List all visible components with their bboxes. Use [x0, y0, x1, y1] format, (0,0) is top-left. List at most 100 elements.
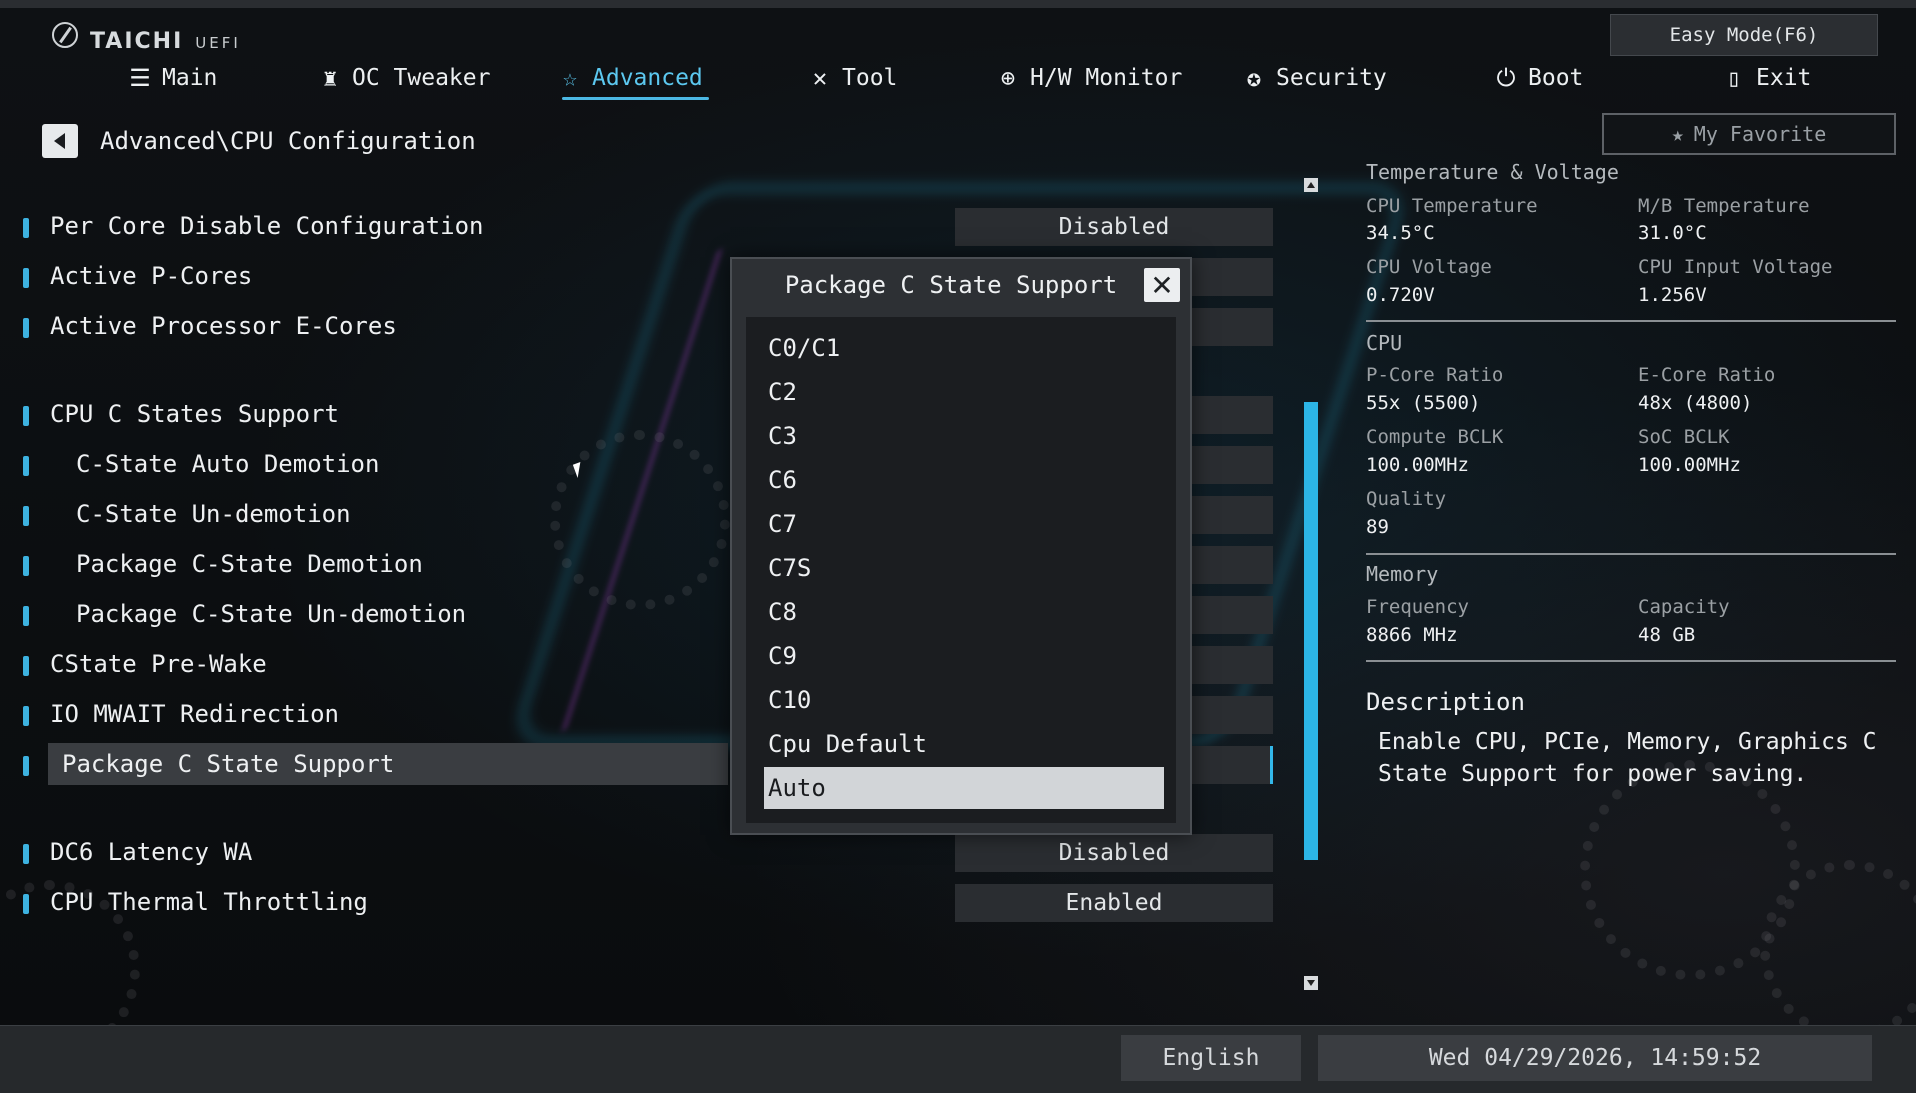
- brand-name: TAICHI: [90, 29, 184, 54]
- setting-label: CPU C States Support: [50, 400, 339, 428]
- setting-label: CState Pre-Wake: [50, 650, 267, 678]
- info-value: 48x (4800): [1638, 392, 1753, 414]
- info-label: M/B Temperature: [1638, 195, 1810, 217]
- scroll-down-arrow-icon[interactable]: [1304, 976, 1318, 990]
- row-bullet: [23, 268, 29, 288]
- option-item[interactable]: C8: [764, 591, 1164, 633]
- info-label: Quality: [1366, 488, 1447, 510]
- option-popup: Package C State Support ✕ C0/C1 C2 C3 C6…: [730, 257, 1192, 835]
- easy-mode-button[interactable]: Easy Mode(F6): [1610, 14, 1878, 56]
- tab-tool[interactable]: ✕ Tool: [806, 64, 898, 92]
- description-text: Enable CPU, PCIe, Memory, Graphics C Sta…: [1378, 729, 1877, 787]
- row-bullet: [23, 456, 29, 476]
- setting-value[interactable]: Enabled: [955, 884, 1273, 922]
- brand-sub: UEFI: [195, 34, 241, 52]
- info-label: E-Core Ratio: [1638, 364, 1776, 386]
- setting-label: C-State Un-demotion: [76, 500, 351, 528]
- tab-main[interactable]: ☰ Main: [126, 64, 217, 92]
- datetime-display: Wed 04/29/2026, 14:59:52: [1318, 1035, 1872, 1081]
- my-favorite-label: My Favorite: [1693, 122, 1827, 146]
- option-list: C0/C1 C2 C3 C6 C7 C7S C8 C9 C10 Cpu Defa…: [746, 317, 1176, 823]
- tab-boot[interactable]: ⏻ Boot: [1492, 64, 1584, 92]
- setting-label: C-State Auto Demotion: [76, 450, 380, 478]
- tab-oc-tweaker[interactable]: ♜ OC Tweaker: [316, 64, 491, 92]
- tab-hw-monitor[interactable]: ⊕ H/W Monitor: [994, 64, 1183, 92]
- setting-label: CPU Thermal Throttling: [50, 888, 368, 916]
- tab-security[interactable]: ✪ Security: [1240, 64, 1387, 92]
- option-item[interactable]: C2: [764, 371, 1164, 413]
- tab-exit[interactable]: ▯ Exit: [1720, 64, 1812, 92]
- description-title: Description: [1366, 688, 1525, 716]
- info-value: 89: [1366, 516, 1389, 538]
- info-value: 0.720V: [1366, 284, 1435, 306]
- info-label: SoC BCLK: [1638, 426, 1730, 448]
- setting-label: Package C State Support: [62, 750, 395, 778]
- breadcrumb-path: Advanced\CPU Configuration: [100, 127, 476, 155]
- option-item[interactable]: C9: [764, 635, 1164, 677]
- list-icon: ☰: [129, 64, 151, 92]
- back-button[interactable]: [42, 124, 78, 158]
- rocket-icon: ♜: [322, 64, 338, 92]
- info-value: 8866 MHz: [1366, 624, 1458, 646]
- tab-advanced[interactable]: ☆ Advanced: [556, 64, 709, 100]
- info-value: 55x (5500): [1366, 392, 1481, 414]
- background-gear: [1580, 760, 1800, 980]
- option-item[interactable]: C10: [764, 679, 1164, 721]
- row-bullet: [23, 218, 29, 238]
- scroll-up-arrow-icon[interactable]: [1304, 178, 1318, 192]
- row-bullet: [23, 706, 29, 726]
- info-label: P-Core Ratio: [1366, 364, 1504, 386]
- star-icon: ☆: [562, 64, 578, 92]
- section-title: Temperature & Voltage: [1366, 160, 1619, 184]
- tab-label: Advanced: [592, 65, 703, 91]
- tab-label: Tool: [842, 65, 898, 91]
- language-button[interactable]: English: [1121, 1035, 1301, 1081]
- info-value: 31.0°C: [1638, 222, 1707, 244]
- taichi-logo-icon: [52, 22, 78, 48]
- section-title: Memory: [1366, 562, 1439, 586]
- option-item[interactable]: C3: [764, 415, 1164, 457]
- setting-value[interactable]: Disabled: [955, 834, 1273, 872]
- setting-value[interactable]: Disabled: [955, 208, 1273, 246]
- exit-icon: ▯: [1726, 64, 1742, 92]
- option-item-selected[interactable]: Auto: [764, 767, 1164, 809]
- row-bullet: [23, 406, 29, 426]
- info-value: 34.5°C: [1366, 222, 1435, 244]
- setting-label: IO MWAIT Redirection: [50, 700, 339, 728]
- info-value: 100.00MHz: [1638, 454, 1741, 476]
- close-icon[interactable]: ✕: [1144, 268, 1180, 302]
- row-bullet: [23, 756, 29, 776]
- setting-label: Active P-Cores: [50, 262, 253, 290]
- tab-label: H/W Monitor: [1030, 65, 1183, 91]
- setting-row[interactable]: DC6 Latency WA Disabled: [0, 834, 1280, 874]
- option-item[interactable]: C7: [764, 503, 1164, 545]
- tab-label: Security: [1276, 65, 1387, 91]
- info-label: Compute BCLK: [1366, 426, 1504, 448]
- option-item[interactable]: C0/C1: [764, 327, 1164, 369]
- settings-scrollbar[interactable]: [1304, 178, 1318, 990]
- setting-row[interactable]: CPU Thermal Throttling Enabled: [0, 884, 1280, 924]
- row-bullet: [23, 606, 29, 626]
- option-item[interactable]: Cpu Default: [764, 723, 1164, 765]
- scroll-thumb[interactable]: [1304, 402, 1318, 860]
- popup-title: Package C State Support: [784, 271, 1118, 299]
- power-icon: ⏻: [1496, 64, 1516, 92]
- info-value: 48 GB: [1638, 624, 1696, 646]
- shield-icon: ✪: [1246, 64, 1262, 92]
- row-bullet: [23, 318, 29, 338]
- tools-icon: ✕: [812, 64, 828, 92]
- setting-label: Per Core Disable Configuration: [50, 212, 484, 240]
- setting-label: Package C-State Un-demotion: [76, 600, 467, 628]
- brand-logo: TAICHI UEFI: [52, 22, 241, 54]
- info-label: CPU Voltage: [1366, 256, 1492, 278]
- top-border: [0, 0, 1916, 8]
- option-item[interactable]: C6: [764, 459, 1164, 501]
- breadcrumb: Advanced\CPU Configuration: [42, 124, 476, 158]
- setting-label: DC6 Latency WA: [50, 838, 253, 866]
- setting-row[interactable]: Per Core Disable Configuration Disabled: [0, 208, 1280, 248]
- my-favorite-button[interactable]: ★ My Favorite: [1602, 113, 1896, 155]
- row-bullet: [23, 506, 29, 526]
- tab-label: Boot: [1528, 65, 1584, 91]
- option-item[interactable]: C7S: [764, 547, 1164, 589]
- setting-label: Package C-State Demotion: [76, 550, 423, 578]
